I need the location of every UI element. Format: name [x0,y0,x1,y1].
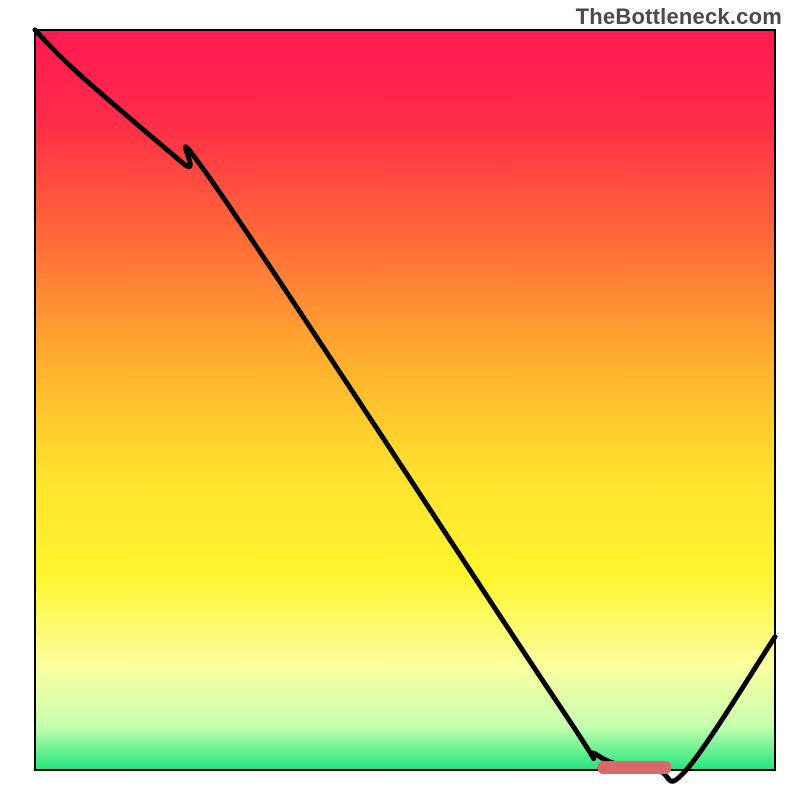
highlight-segment [597,761,671,774]
chart-svg [0,0,800,800]
chart-container: { "watermark": "TheBottleneck.com", "cha… [0,0,800,800]
plot-background [35,30,775,770]
